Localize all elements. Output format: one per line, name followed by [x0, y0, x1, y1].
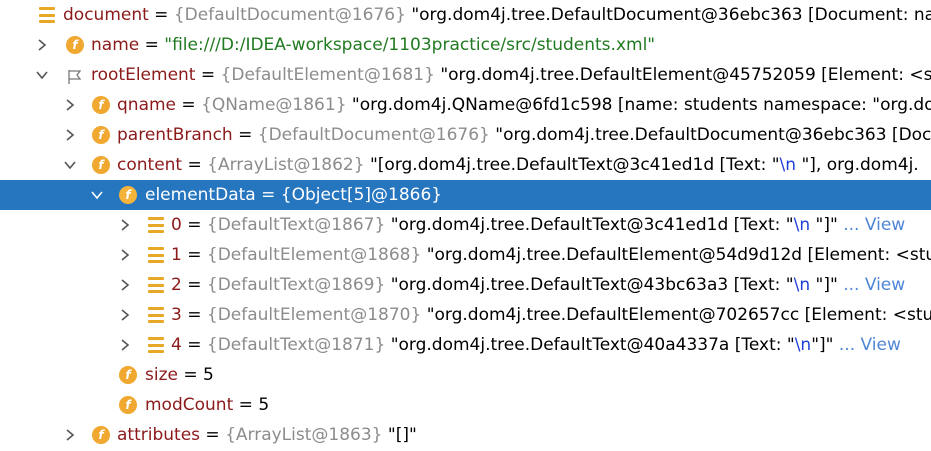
var-ref: {DefaultText@1869} — [206, 275, 386, 295]
tree-row-elementdata[interactable]: f elementData = {Object[5]@1866} — [0, 180, 931, 210]
var-value: "org.dom4j.tree.DefaultElement@54d9d12d … — [421, 245, 931, 265]
var-value: "[]" — [382, 425, 417, 445]
view-link[interactable]: ... View — [834, 335, 901, 355]
var-value: "file:///D:/IDEA-workspace/1103practice/… — [164, 35, 656, 55]
escape-sequence: \n — [779, 155, 797, 175]
tree-row-name[interactable]: f name = "file:///D:/IDEA-workspace/1103… — [0, 30, 931, 60]
tree-row-content[interactable]: f content = {ArrayList@1862} "[org.dom4j… — [0, 150, 931, 180]
var-name: document — [63, 5, 149, 25]
chevron-down-icon[interactable] — [62, 150, 78, 180]
view-link[interactable]: ... View — [838, 215, 905, 235]
chevron-down-icon[interactable] — [34, 60, 50, 90]
var-value: 5 — [203, 365, 214, 385]
tree-row-attributes[interactable]: f attributes = {ArrayList@1863} "[]" — [0, 420, 931, 450]
escape-sequence: \n — [794, 335, 812, 355]
var-value: 5 — [258, 395, 270, 415]
field-icon: f — [92, 96, 110, 114]
var-name: 1 — [171, 245, 182, 265]
chevron-right-icon[interactable] — [62, 420, 78, 450]
tree-row-element-1[interactable]: 1 = {DefaultElement@1868} "org.dom4j.tre… — [0, 240, 931, 270]
tree-row-element-2[interactable]: 2 = {DefaultText@1869} "org.dom4j.tree.D… — [0, 270, 931, 300]
tree-row-parentbranch[interactable]: f parentBranch = {DefaultDocument@1676} … — [0, 120, 931, 150]
chevron-right-icon[interactable] — [62, 90, 78, 120]
var-name: 0 — [171, 215, 182, 235]
chevron-right-icon[interactable] — [34, 30, 50, 60]
chevron-down-icon[interactable] — [89, 180, 105, 210]
escape-sequence: \n — [793, 215, 811, 235]
var-ref: {ArrayList@1862} — [207, 155, 365, 175]
var-name: name — [91, 35, 140, 55]
var-name: 4 — [171, 335, 182, 355]
field-icon: f — [119, 396, 137, 414]
chevron-right-icon[interactable] — [117, 300, 133, 330]
var-value: "org.dom4j.tree.DefaultText@40a4337a [Te… — [385, 335, 795, 355]
var-ref: {ArrayList@1863} — [225, 425, 383, 445]
var-value: "org.dom4j.tree.DefaultDocument@36ebc363… — [489, 125, 931, 145]
chevron-right-icon[interactable] — [117, 270, 133, 300]
list-icon — [147, 276, 165, 294]
field-icon: f — [92, 126, 110, 144]
tree-row-rootelement[interactable]: rootElement = {DefaultElement@1681} "org… — [0, 60, 931, 90]
var-value: "org.dom4j.tree.DefaultText@3c41ed1d [Te… — [385, 215, 794, 235]
chevron-right-icon[interactable] — [62, 120, 78, 150]
field-icon: f — [119, 366, 137, 384]
var-name: 2 — [171, 275, 182, 295]
var-ref: {DefaultText@1867} — [206, 215, 386, 235]
var-name: rootElement — [91, 65, 196, 85]
chevron-right-icon[interactable] — [117, 210, 133, 240]
tree-row-element-4[interactable]: 4 = {DefaultText@1871} "org.dom4j.tree.D… — [0, 330, 931, 360]
list-icon — [38, 6, 56, 24]
list-icon — [147, 216, 165, 234]
tree-row-modcount[interactable]: f modCount = 5 — [0, 390, 931, 420]
var-value: "org.dom4j.tree.DefaultElement@45752059 … — [434, 65, 931, 85]
view-link[interactable]: ... View — [838, 275, 905, 295]
tree-row-element-0[interactable]: 0 = {DefaultText@1867} "org.dom4j.tree.D… — [0, 210, 931, 240]
field-icon: f — [119, 186, 137, 204]
tree-row-document[interactable]: document = {DefaultDocument@1676} "org.d… — [0, 0, 931, 30]
var-ref: {DefaultDocument@1676} — [257, 125, 490, 145]
var-value: "org.dom4j.tree.DefaultElement@702657cc … — [421, 305, 931, 325]
var-name: content — [117, 155, 183, 175]
var-ref: {DefaultElement@1870} — [206, 305, 422, 325]
tree-row-qname[interactable]: f qname = {QName@1861} "org.dom4j.QName@… — [0, 90, 931, 120]
var-name: 3 — [171, 305, 182, 325]
var-name: modCount — [145, 395, 234, 415]
var-ref: {DefaultElement@1868} — [206, 245, 422, 265]
field-icon: f — [92, 426, 110, 444]
var-name: size — [145, 365, 178, 385]
escape-sequence: \n — [793, 275, 811, 295]
chevron-right-icon[interactable] — [117, 330, 133, 360]
var-value: "[org.dom4j.tree.DefaultText@3c41ed1d [T… — [364, 155, 780, 175]
var-ref: {Object[5]@1866} — [280, 185, 443, 205]
var-name: attributes — [117, 425, 201, 445]
chevron-right-icon[interactable] — [117, 240, 133, 270]
list-icon — [147, 306, 165, 324]
tree-row-element-3[interactable]: 3 = {DefaultElement@1870} "org.dom4j.tre… — [0, 300, 931, 330]
var-name: qname — [117, 95, 177, 115]
list-icon — [147, 246, 165, 264]
var-ref: {DefaultElement@1681} — [220, 65, 435, 85]
tree-row-size[interactable]: f size = 5 — [0, 360, 931, 390]
flag-icon — [66, 66, 84, 84]
field-icon: f — [66, 36, 84, 54]
var-name: elementData — [145, 185, 256, 205]
list-icon — [147, 336, 165, 354]
var-ref: {DefaultDocument@1676} — [173, 5, 406, 25]
var-value: "org.dom4j.tree.DefaultDocument@36ebc363… — [405, 5, 931, 25]
field-icon: f — [92, 156, 110, 174]
var-ref: {DefaultText@1871} — [206, 335, 386, 355]
var-ref: {QName@1861} — [201, 95, 347, 115]
debugger-variables-tree: document = {DefaultDocument@1676} "org.d… — [0, 0, 931, 451]
var-name: parentBranch — [117, 125, 233, 145]
var-value: "org.dom4j.QName@6fd1c598 [name: student… — [346, 95, 931, 115]
var-value: "org.dom4j.tree.DefaultText@43bc63a3 [Te… — [385, 275, 794, 295]
